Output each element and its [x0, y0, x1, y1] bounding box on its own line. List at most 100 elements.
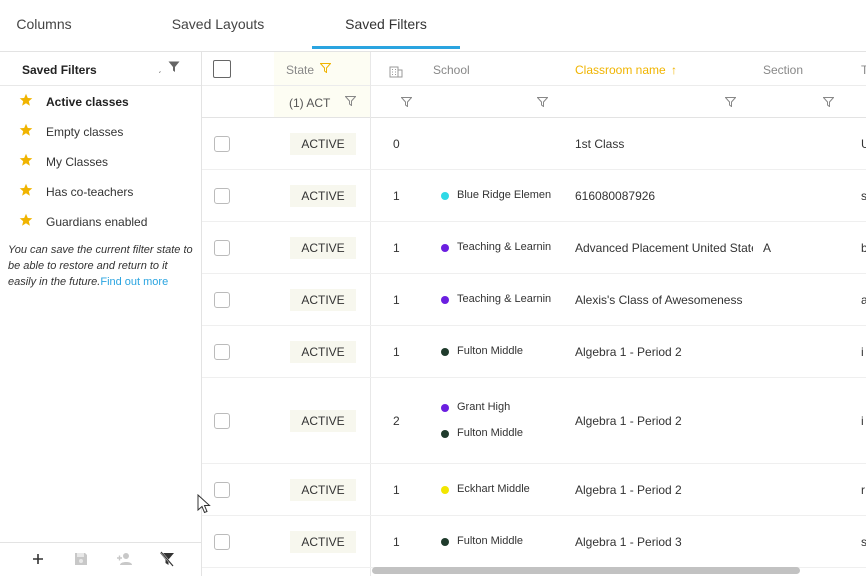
- school-color-dot: [441, 296, 449, 304]
- next-column-header[interactable]: T: [861, 52, 866, 85]
- sort-icon[interactable]: ˏ: [158, 63, 161, 74]
- saved-filter-label: Active classes: [46, 95, 129, 109]
- filter-icon[interactable]: [345, 96, 356, 106]
- horizontal-scrollbar[interactable]: [372, 567, 800, 574]
- table-row[interactable]: ACTIVE 1 Teaching & Learning Advanced Place…: [202, 222, 866, 274]
- school-name: Teaching & Learning: [457, 293, 551, 305]
- school-count: 1: [393, 293, 400, 307]
- school-color-dot: [441, 348, 449, 356]
- row-checkbox[interactable]: [214, 240, 230, 256]
- classroom-name: 1st Class: [575, 137, 625, 151]
- table-row[interactable]: ACTIVE 2 Grant High Fulton Middle Algebra 1 …: [202, 378, 866, 464]
- filter-icon[interactable]: [725, 97, 736, 107]
- school-chip[interactable]: Fulton Middle: [441, 534, 551, 550]
- next-column-value: r: [861, 483, 865, 497]
- school-chip[interactable]: Blue Ridge Elementa: [441, 188, 551, 204]
- school-chip[interactable]: Fulton Middle: [441, 426, 551, 442]
- saved-filter-item[interactable]: Empty classes: [0, 116, 201, 146]
- saved-filter-item[interactable]: Has co-teachers: [0, 176, 201, 206]
- school-chip[interactable]: Teaching & Learning: [441, 240, 551, 256]
- tab-saved-filters[interactable]: Saved Filters: [312, 0, 460, 50]
- star-icon[interactable]: [19, 153, 33, 167]
- school-color-dot: [441, 192, 449, 200]
- section-value: A: [763, 241, 772, 255]
- row-checkbox[interactable]: [214, 534, 230, 550]
- star-icon[interactable]: [19, 123, 33, 137]
- school-name: Fulton Middle: [457, 427, 524, 439]
- next-column-value: i: [861, 414, 864, 428]
- saved-filter-label: Has co-teachers: [46, 185, 134, 199]
- school-chip[interactable]: Grant High: [441, 400, 551, 416]
- save-icon[interactable]: [73, 551, 89, 567]
- add-user-icon[interactable]: [116, 551, 132, 567]
- school-color-dot: [441, 486, 449, 494]
- status-badge: ACTIVE: [290, 341, 356, 363]
- star-icon[interactable]: [19, 183, 33, 197]
- classroom-name: 616080087926: [575, 189, 656, 203]
- state-filter[interactable]: (1) ACT: [289, 86, 369, 117]
- table-row[interactable]: ACTIVE 1 Fulton Middle Algebra 1 - Period 3…: [202, 516, 866, 568]
- tab-saved-layouts[interactable]: Saved Layouts: [160, 0, 276, 50]
- classroom-name: Algebra 1 - Period 2: [575, 414, 682, 428]
- column-header-row: State School Classroom name ↑ Section T: [202, 52, 866, 86]
- sort-ascending-icon[interactable]: ↑: [671, 63, 677, 77]
- school-count: 1: [393, 483, 400, 497]
- select-all-checkbox[interactable]: [213, 60, 231, 78]
- filter-icon[interactable]: [168, 61, 180, 73]
- status-badge: ACTIVE: [290, 289, 356, 311]
- table-row[interactable]: ACTIVE 1 Teaching & Learning Alexis's Class…: [202, 274, 866, 326]
- table-row[interactable]: ACTIVE 1 Eckhart Middle Algebra 1 - Period …: [202, 464, 866, 516]
- next-column-value: b: [861, 241, 866, 255]
- section-column-header[interactable]: Section: [763, 52, 843, 85]
- school-name: Teaching & Learning: [457, 241, 551, 253]
- saved-filter-item[interactable]: Active classes: [0, 86, 201, 116]
- row-checkbox[interactable]: [214, 292, 230, 308]
- table-row[interactable]: ACTIVE 0 1st Class U: [202, 118, 866, 170]
- school-chip[interactable]: Fulton Middle: [441, 344, 551, 360]
- row-checkbox[interactable]: [214, 136, 230, 152]
- classroom-name: Algebra 1 - Period 2: [575, 345, 682, 359]
- school-chip[interactable]: Teaching & Learning: [441, 292, 551, 308]
- filter-icon[interactable]: [537, 97, 548, 107]
- next-column-value: s: [861, 189, 866, 203]
- clear-filter-icon[interactable]: [159, 551, 175, 567]
- filter-icon[interactable]: [401, 97, 412, 107]
- school-chip[interactable]: Eckhart Middle: [441, 482, 551, 498]
- table-row[interactable]: ACTIVE 1 Fulton Middle Algebra 1 - Period 2…: [202, 326, 866, 378]
- school-count: 0: [393, 137, 400, 151]
- section-header-label: Section: [763, 63, 804, 77]
- classroom-name: Algebra 1 - Period 3: [575, 535, 682, 549]
- table-row[interactable]: ACTIVE 1 Blue Ridge Elementa 616080087926 s: [202, 170, 866, 222]
- next-column-value: s: [861, 535, 866, 549]
- saved-filters-toolbar: [0, 542, 201, 576]
- row-checkbox[interactable]: [214, 413, 230, 429]
- next-column-value: a: [861, 293, 866, 307]
- tab-columns[interactable]: Columns: [0, 0, 88, 50]
- state-filter-value: (1) ACT: [289, 96, 331, 110]
- saved-filter-item[interactable]: My Classes: [0, 146, 201, 176]
- saved-filter-item[interactable]: Guardians enabled: [0, 206, 201, 236]
- star-icon[interactable]: [19, 93, 33, 107]
- classroom-column-header[interactable]: Classroom name ↑: [575, 52, 705, 85]
- filter-icon[interactable]: [823, 97, 834, 107]
- school-column-header[interactable]: School: [433, 52, 513, 85]
- row-checkbox[interactable]: [214, 188, 230, 204]
- add-icon[interactable]: [30, 551, 46, 567]
- saved-filters-panel: Saved Filters ˏ Active classes Empty clas…: [0, 52, 202, 576]
- school-name: Fulton Middle: [457, 345, 524, 357]
- saved-filters-title: Saved Filters: [22, 63, 97, 77]
- next-column-value: i: [861, 345, 864, 359]
- star-icon[interactable]: [19, 213, 33, 227]
- state-column-header[interactable]: State: [286, 52, 366, 85]
- school-color-dot: [441, 404, 449, 412]
- status-badge: ACTIVE: [290, 479, 356, 501]
- find-out-more-link[interactable]: Find out more: [100, 276, 168, 288]
- row-checkbox[interactable]: [214, 344, 230, 360]
- filter-active-icon[interactable]: [320, 63, 331, 73]
- school-count: 1: [393, 189, 400, 203]
- row-checkbox[interactable]: [214, 482, 230, 498]
- mouse-cursor-icon: [197, 494, 211, 514]
- next-header-label: T: [861, 63, 866, 77]
- building-icon: [389, 66, 403, 78]
- saved-filters-header: Saved Filters ˏ: [0, 52, 201, 86]
